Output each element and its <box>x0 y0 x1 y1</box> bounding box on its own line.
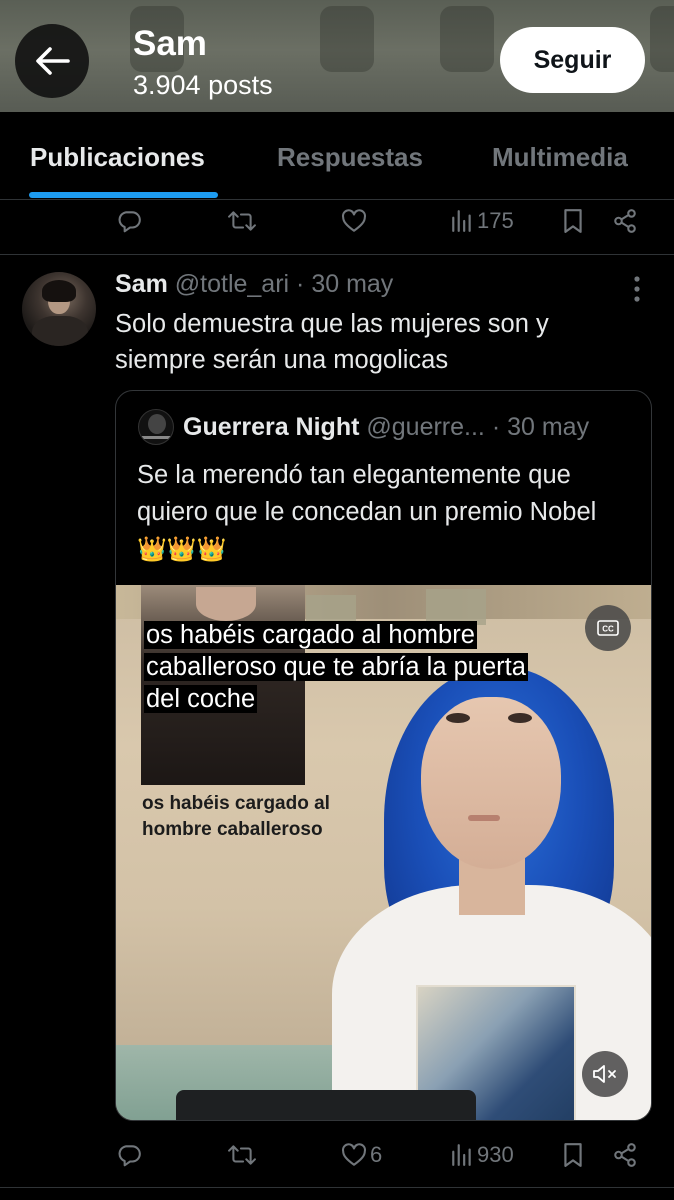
views-icon <box>452 210 471 232</box>
like-icon <box>342 209 366 232</box>
reply-icon <box>118 211 141 233</box>
video-inset-caption: os habéis cargado al hombre caballeroso <box>142 791 330 843</box>
views-icon <box>452 1144 471 1166</box>
mute-button[interactable] <box>582 1051 628 1097</box>
views-button[interactable]: 175 <box>450 199 514 243</box>
svg-text:CC: CC <box>602 625 614 634</box>
reply-button[interactable] <box>116 1133 142 1177</box>
tweet-actions: 6 930 <box>0 1133 674 1177</box>
back-button[interactable] <box>15 24 89 98</box>
like-button[interactable]: 6 <box>341 1133 382 1177</box>
subtitle-line: caballeroso que te abría la puerta <box>144 653 528 681</box>
retweet-button[interactable] <box>228 199 256 243</box>
share-button[interactable] <box>612 199 638 243</box>
video-laptop <box>176 1090 476 1120</box>
share-button[interactable] <box>612 1133 638 1177</box>
bookmark-button[interactable] <box>562 1133 584 1177</box>
header-banner-figure <box>320 6 374 72</box>
profile-tabs: Publicaciones Respuestas Multimedia <box>0 112 674 200</box>
video-inset-face <box>196 587 256 621</box>
more-icon <box>634 276 640 302</box>
crown-emoji: 👑👑👑 <box>137 536 227 563</box>
prev-tweet-actions: 175 <box>0 199 674 243</box>
mute-icon <box>593 1065 616 1083</box>
tweet-handle[interactable]: @totle_ari <box>175 270 289 298</box>
video-inset-caption-line: hombre caballeroso <box>142 819 323 840</box>
tweet-divider <box>0 254 674 255</box>
tweet-date[interactable]: 30 may <box>311 270 393 298</box>
video-inset-caption-line: os habéis cargado al <box>142 793 330 814</box>
quote-header: Guerrera Night @guerre... · 30 may <box>183 413 589 442</box>
reply-icon <box>118 1145 141 1167</box>
retweet-icon <box>228 1145 256 1165</box>
tab-respuestas[interactable]: Respuestas <box>277 142 423 173</box>
subtitle-line: del coche <box>144 685 258 713</box>
quote-text: Se la merendó tan elegantemente que quie… <box>137 461 597 526</box>
quote-avatar-figure <box>148 414 166 434</box>
quoted-tweet[interactable]: Guerrera Night @guerre... · 30 may Se la… <box>115 390 652 1121</box>
video-person-face <box>421 697 561 869</box>
bookmark-icon <box>564 1143 582 1167</box>
back-arrow-icon <box>36 47 70 75</box>
quote-separator: · <box>484 413 508 441</box>
tweet-divider <box>0 1187 674 1188</box>
posts-count: 3.904 posts <box>133 70 273 100</box>
share-icon <box>614 209 636 233</box>
tab-publicaciones[interactable]: Publicaciones <box>30 142 205 173</box>
captions-button[interactable]: CC <box>585 605 631 651</box>
quote-handle: @guerre... <box>366 413 485 441</box>
views-count: 175 <box>477 208 514 233</box>
like-icon <box>342 1143 366 1166</box>
share-icon <box>614 1143 636 1167</box>
more-options-button[interactable] <box>626 274 648 304</box>
quote-avatar[interactable] <box>138 409 174 445</box>
retweet-button[interactable] <box>228 1133 256 1177</box>
tab-multimedia[interactable]: Multimedia <box>492 142 628 173</box>
video-player[interactable]: os habéis cargado al hombre caballeroso … <box>116 585 651 1120</box>
profile-header: Sam 3.904 posts Seguir <box>0 0 674 112</box>
retweet-icon <box>228 211 256 231</box>
header-banner-figure <box>440 6 494 72</box>
quote-avatar-logo <box>142 436 172 439</box>
avatar-body <box>32 316 88 346</box>
avatar[interactable] <box>22 272 96 346</box>
bookmark-icon <box>564 209 582 233</box>
subtitle-line: os habéis cargado al hombre <box>144 621 477 649</box>
like-button[interactable] <box>341 199 367 243</box>
tweet-separator: · <box>289 270 312 298</box>
views-button[interactable]: 930 <box>450 1133 514 1177</box>
follow-button[interactable]: Seguir <box>500 27 645 93</box>
likes-count: 6 <box>370 1142 383 1167</box>
cc-icon: CC <box>597 620 619 636</box>
quote-date: 30 may <box>507 413 590 441</box>
reply-button[interactable] <box>116 199 142 243</box>
video-subtitle: os habéis cargado al hombre caballeroso … <box>144 619 528 715</box>
active-tab-indicator <box>29 192 218 198</box>
quote-author-name: Guerrera Night <box>183 413 360 441</box>
header-banner-figure <box>650 6 674 72</box>
bookmark-button[interactable] <box>562 199 584 243</box>
tweet-author-name[interactable]: Sam <box>115 270 168 298</box>
tweet-header: Sam @totle_ari · 30 may <box>115 270 393 299</box>
video-person-mouth <box>468 815 500 821</box>
avatar-hair <box>42 280 76 302</box>
quote-text-block: Se la merendó tan elegantemente que quie… <box>137 457 637 568</box>
tweet-text: Solo demuestra que las mujeres son y sie… <box>115 310 549 374</box>
profile-name: Sam <box>133 24 207 63</box>
views-count: 930 <box>477 1142 514 1167</box>
